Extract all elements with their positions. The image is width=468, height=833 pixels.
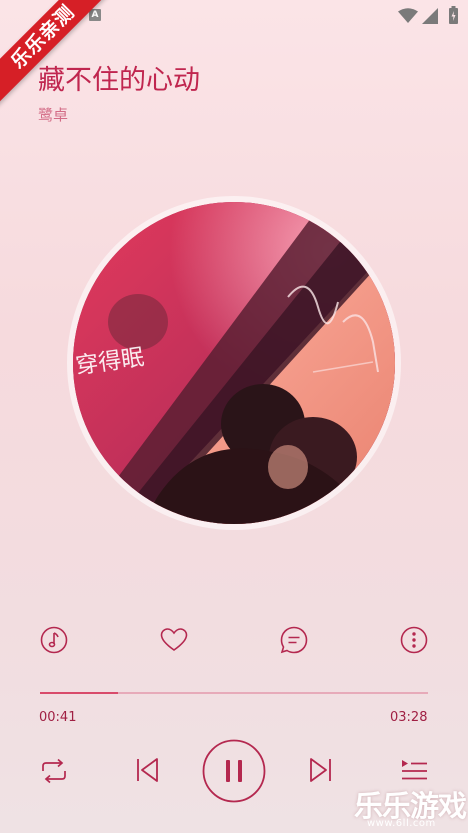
repeat-button[interactable] xyxy=(39,757,69,785)
total-time: 03:28 xyxy=(390,710,428,725)
previous-icon xyxy=(137,758,158,782)
music-note-icon[interactable] xyxy=(40,626,68,654)
next-icon xyxy=(310,758,331,782)
signal-icon xyxy=(422,8,438,24)
playlist-button[interactable] xyxy=(400,758,428,784)
next-button[interactable] xyxy=(308,756,332,784)
repeat-icon xyxy=(42,758,66,784)
battery-icon xyxy=(449,6,458,24)
current-time: 00:41 xyxy=(39,710,77,725)
comment-icon[interactable] xyxy=(280,626,308,654)
album-art[interactable]: 穿得眠 xyxy=(73,202,395,524)
progress-fill xyxy=(40,692,118,694)
heart-icon[interactable] xyxy=(160,627,188,653)
pause-icon xyxy=(202,739,266,803)
artist-name[interactable]: 鹭卓 xyxy=(38,104,68,125)
more-icon[interactable] xyxy=(400,626,428,654)
previous-button[interactable] xyxy=(136,756,160,784)
wifi-icon xyxy=(398,8,418,23)
pause-button[interactable] xyxy=(202,739,266,803)
playlist-icon xyxy=(402,760,427,780)
song-title: 藏不住的心动 xyxy=(38,65,200,96)
watermark-url: www.6ll.com xyxy=(367,818,436,829)
